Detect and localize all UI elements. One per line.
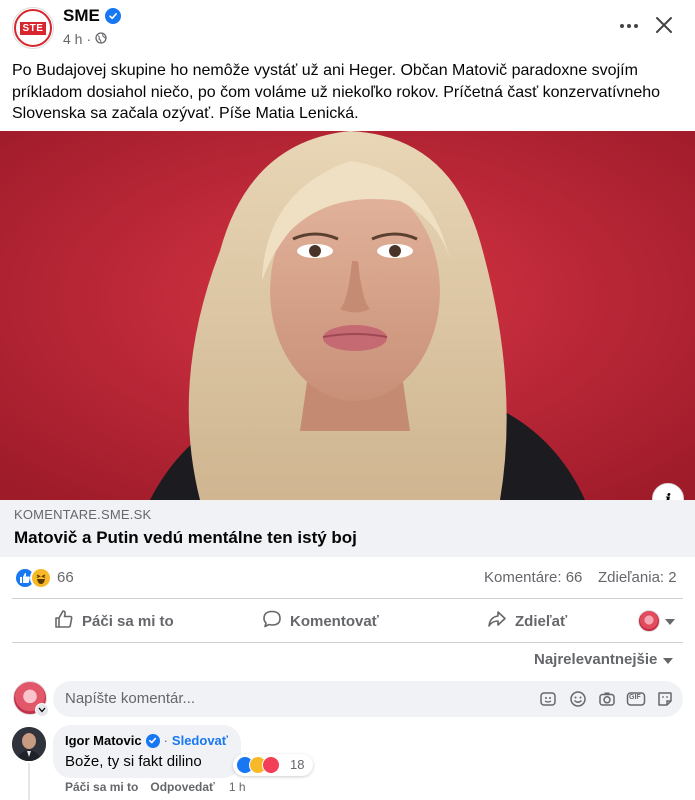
link-title: Matovič a Putin vedú mentálne ten istý b… [14,528,357,547]
chevron-down-icon[interactable] [35,703,49,717]
comment-bubble: Igor Matovic · Sledovať Bože, ty si fakt… [53,725,241,778]
divider [12,598,683,599]
post-image[interactable] [0,131,695,500]
comment-count[interactable]: Komentáre: 66 [484,569,582,586]
thumbs-up-icon [54,609,74,633]
page-avatar[interactable]: STE [12,7,54,49]
follow-button[interactable]: Sledovať [172,733,228,748]
commenter-avatar[interactable] [12,727,46,761]
comment-icon [262,609,282,633]
portrait-photo [0,131,695,500]
post-meta: 4 h · [63,31,107,47]
verified-badge-icon [104,8,121,24]
caret-down-icon [665,612,675,630]
reaction-icons[interactable] [14,567,58,589]
share-button[interactable]: Zdieľať [487,602,567,640]
post-header: STE SME 4 h · [0,0,695,54]
globe-icon [95,31,107,47]
meta-separator: · [86,31,92,47]
action-bar: Páči sa mi to Komentovať Zdieľať [0,602,695,640]
caret-down-icon [663,651,674,668]
share-icon [487,609,507,633]
like-label: Páči sa mi to [82,612,174,630]
sticker-alt-icon[interactable] [655,689,675,709]
comment-label: Komentovať [290,612,379,630]
close-icon[interactable] [652,13,676,37]
reaction-count[interactable]: 66 [57,569,74,586]
reactions-summary: 66 Komentáre: 66 Zdieľania: 2 [0,562,695,594]
comment-time[interactable]: 1 h [229,780,246,794]
comment-text: Bože, ty si fakt dilino [65,753,202,770]
comment-sort[interactable]: Najrelevantnejšie [534,651,674,668]
comment-author-row: Igor Matovic · Sledovať [65,733,228,748]
haha-reaction-icon [30,567,52,589]
comment-input[interactable] [65,690,465,707]
post-time[interactable]: 4 h [63,31,82,47]
emoji-icon[interactable] [568,689,588,709]
share-label: Zdieľať [515,612,568,630]
camera-icon[interactable] [597,689,617,709]
page-logo-text: STE [19,21,47,35]
link-preview[interactable]: KOMENTARE.SME.SK Matovič a Putin vedú me… [0,500,695,557]
sticker-icon[interactable] [538,689,558,709]
comment-like-action[interactable]: Páči sa mi to [65,780,138,794]
author-separator: · [163,733,168,748]
profile-switcher[interactable] [638,610,675,632]
comment-actions: Páči sa mi to Odpovedať 1 h [65,780,246,794]
thread-line [28,763,30,800]
page-name-link[interactable]: SME [63,6,100,26]
comment-author[interactable]: Igor Matovic [65,733,142,748]
comment-reaction-count: 18 [290,757,305,772]
share-count[interactable]: Zdieľania: 2 [598,569,677,586]
comment-button[interactable]: Komentovať [262,602,379,640]
page-name: SME [63,6,121,26]
page-logo: STE [14,9,52,47]
more-icon[interactable] [617,16,641,36]
gif-icon[interactable]: GIF [626,689,646,709]
link-domain: KOMENTARE.SME.SK [14,507,152,522]
like-button[interactable]: Páči sa mi to [54,602,174,640]
comment-reply-action[interactable]: Odpovedať [150,780,214,794]
gif-label: GIF [629,694,641,701]
sort-label: Najrelevantnejšie [534,651,658,668]
love-reaction-icon [262,756,280,774]
comment-composer[interactable]: GIF [53,681,683,717]
profile-avatar [638,610,660,632]
divider [12,642,683,643]
comment-reactions[interactable]: 18 [233,754,313,776]
verified-badge-icon [145,733,160,748]
post-text: Po Budajovej skupine ho nemôže vystáť už… [12,62,661,122]
